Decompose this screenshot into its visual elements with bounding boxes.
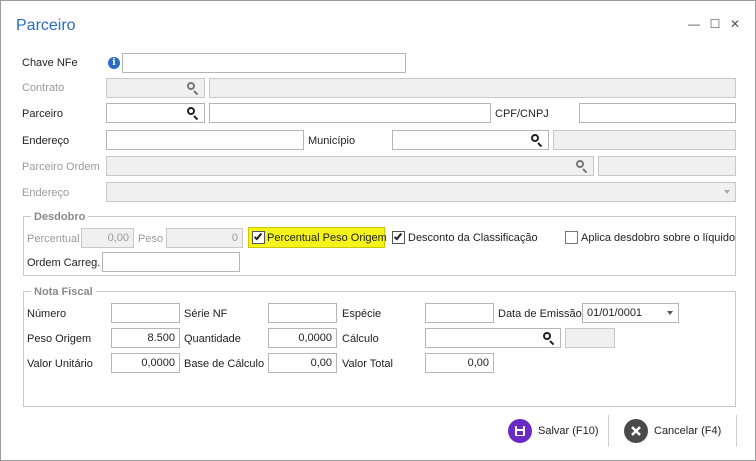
municipio-description	[553, 130, 736, 150]
valor-unitario-input[interactable]: 0,0000	[111, 353, 180, 373]
percentual-input: 0,00	[81, 228, 134, 248]
check-icon	[253, 231, 263, 241]
especie-input[interactable]	[425, 303, 494, 323]
search-icon	[187, 82, 199, 96]
municipio-input[interactable]	[392, 130, 549, 150]
serie-nf-input[interactable]	[268, 303, 337, 323]
peso-origem-label: Peso Origem	[27, 333, 92, 345]
serie-nf-label: Série NF	[184, 308, 228, 320]
parceiro-input[interactable]	[106, 103, 205, 123]
cpf-cnpj-label: CPF/CNPJ	[495, 108, 549, 120]
valor-total-input[interactable]: 0,00	[425, 353, 494, 373]
percentual-label: Percentual	[27, 233, 80, 245]
desdobro-title: Desdobro	[31, 210, 89, 224]
button-divider	[608, 415, 609, 447]
search-icon[interactable]	[531, 134, 543, 148]
calculo-description	[565, 328, 615, 348]
base-calculo-label: Base de Cálculo	[184, 358, 265, 370]
close-icon[interactable]: ✕	[728, 17, 742, 31]
maximize-icon[interactable]: ☐	[708, 17, 722, 31]
nota-fiscal-title: Nota Fiscal	[31, 285, 96, 299]
endereco-ordem-label: Endereço	[22, 187, 70, 199]
cpf-cnpj-input[interactable]	[579, 103, 736, 123]
base-calculo-input[interactable]: 0,00	[268, 353, 337, 373]
especie-label: Espécie	[342, 308, 382, 320]
percentual-peso-origem-checkbox[interactable]	[252, 231, 265, 244]
numero-input[interactable]	[111, 303, 180, 323]
aplica-desdobro-checkbox[interactable]	[565, 231, 578, 244]
search-icon[interactable]	[543, 332, 555, 346]
peso-origem-input[interactable]: 8.500	[111, 328, 180, 348]
button-divider	[736, 415, 737, 447]
valor-total-label: Valor Total	[342, 358, 393, 370]
percentual-peso-origem-label[interactable]: Percentual Peso Origem	[267, 231, 387, 245]
endereco-input[interactable]	[106, 130, 304, 150]
calculo-input[interactable]	[425, 328, 561, 348]
chevron-down-icon	[724, 190, 730, 194]
data-emissao-label: Data de Emissão	[498, 308, 582, 320]
numero-label: Número	[27, 308, 67, 320]
contrato-label: Contrato	[22, 82, 65, 94]
chave-nfe-input[interactable]	[122, 53, 406, 73]
quantidade-label: Quantidade	[184, 333, 241, 345]
save-label: Salvar (F10)	[538, 425, 599, 437]
search-icon	[576, 160, 588, 174]
parceiro-dialog: Parceiro — ☐ ✕ Chave NFe i Contrato Parc…	[0, 0, 756, 461]
check-icon	[393, 231, 403, 241]
ordem-carreg-label: Ordem Carreg.	[27, 257, 101, 269]
endereco-label: Endereço	[22, 135, 70, 147]
desconto-classificacao-label[interactable]: Desconto da Classificação	[408, 231, 538, 245]
peso-input: 0	[166, 228, 243, 248]
parceiro-ordem-input	[106, 156, 594, 176]
parceiro-ordem-label: Parceiro Ordem	[22, 161, 100, 173]
peso-label: Peso	[138, 233, 164, 245]
floppy-disk-icon	[508, 419, 532, 443]
window-title: Parceiro	[16, 17, 76, 34]
cancel-label: Cancelar (F4)	[654, 425, 722, 437]
save-button[interactable]: Salvar (F10)	[508, 416, 599, 446]
chave-nfe-label: Chave NFe	[22, 57, 78, 69]
data-emissao-input[interactable]: 01/01/0001	[582, 303, 679, 323]
parceiro-description[interactable]	[209, 103, 491, 123]
quantidade-input[interactable]: 0,0000	[268, 328, 337, 348]
cancel-x-icon	[624, 419, 648, 443]
valor-unitario-label: Valor Unitário	[27, 358, 93, 370]
ordem-carreg-input[interactable]	[102, 252, 240, 272]
cancel-button[interactable]: Cancelar (F4)	[624, 416, 721, 446]
search-icon[interactable]	[187, 107, 199, 121]
data-emissao-value: 01/01/0001	[587, 307, 643, 319]
info-icon[interactable]: i	[108, 57, 120, 69]
contrato-input	[106, 78, 205, 98]
minimize-icon[interactable]: —	[687, 17, 701, 31]
aplica-desdobro-label[interactable]: Aplica desdobro sobre o líquido	[581, 231, 735, 245]
calculo-label: Cálculo	[342, 333, 379, 345]
endereco-ordem-select	[106, 182, 736, 202]
chevron-down-icon[interactable]	[667, 311, 673, 315]
municipio-label: Município	[308, 135, 356, 147]
parceiro-ordem-description	[598, 156, 736, 176]
contrato-description	[209, 78, 736, 98]
desconto-classificacao-checkbox[interactable]	[392, 231, 405, 244]
parceiro-label: Parceiro	[22, 108, 63, 120]
